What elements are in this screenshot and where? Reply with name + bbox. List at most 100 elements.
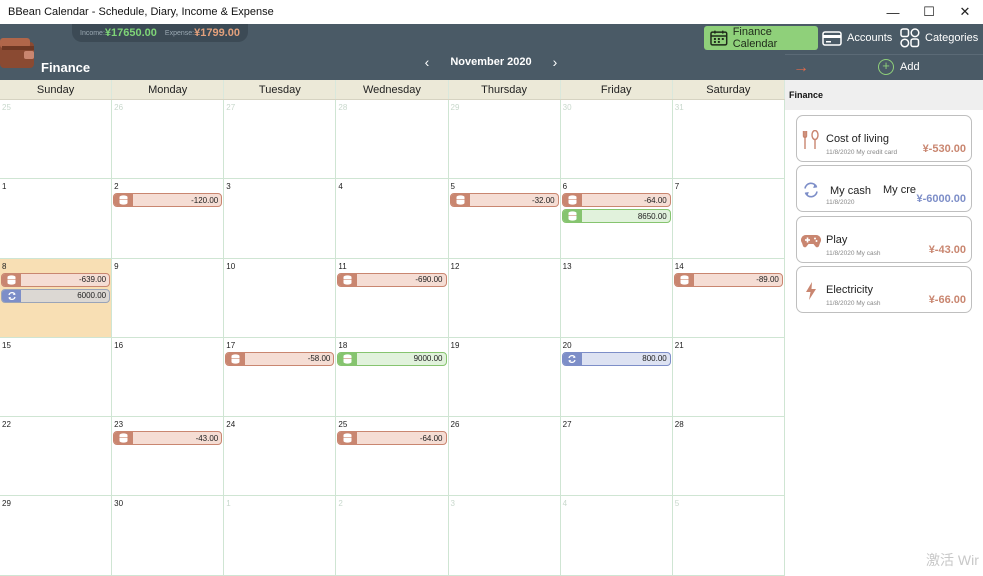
- calendar-icon: [710, 30, 728, 46]
- transaction-chip[interactable]: -64.00: [337, 431, 447, 446]
- transaction-amount: -639.00: [78, 275, 107, 285]
- transaction-category: My cash: [830, 185, 871, 197]
- day-number: 21: [674, 340, 684, 350]
- month-label: November 2020: [450, 56, 532, 68]
- calendar-day[interactable]: 21: [672, 337, 785, 418]
- transaction-amount: ¥-43.00: [928, 244, 966, 256]
- calendar-day[interactable]: 15: [0, 337, 113, 418]
- transaction-chip[interactable]: 9000.00: [337, 351, 447, 366]
- calendar-day[interactable]: 9: [112, 258, 225, 338]
- transaction-meta: 11/8/2020 My credit card: [826, 149, 897, 156]
- minimize-button[interactable]: —: [875, 0, 911, 24]
- calendar-day[interactable]: 20 800.00: [560, 337, 673, 418]
- calendar-day[interactable]: 5: [672, 496, 785, 576]
- calendar-day[interactable]: 26: [112, 100, 225, 180]
- calendar-day[interactable]: 24: [224, 417, 337, 497]
- transaction-date: 11/8/2020: [826, 149, 855, 156]
- day-number: 4: [562, 499, 568, 509]
- calendar-day[interactable]: 1: [0, 179, 113, 259]
- calendar-day[interactable]: 27: [560, 417, 673, 497]
- transfer-icon: [562, 352, 582, 365]
- calendar-day[interactable]: 3: [448, 496, 561, 576]
- calendar-day[interactable]: 5 -32.00: [448, 179, 561, 259]
- transaction-date: 11/8/2020: [826, 250, 855, 257]
- calendar-day[interactable]: 6 -64.00 8650.00: [560, 179, 673, 259]
- maximize-button[interactable]: ☐: [911, 0, 947, 24]
- transaction-amount: -690.00: [415, 275, 443, 285]
- transaction-chip[interactable]: -639.00: [1, 272, 111, 287]
- transaction-amount: -43.00: [195, 433, 219, 443]
- close-button[interactable]: ✕: [947, 0, 983, 24]
- calendar-day[interactable]: 26: [448, 417, 561, 497]
- calendar-day[interactable]: 12: [448, 258, 561, 338]
- transaction-meta: 11/8/2020 My cash: [826, 300, 880, 307]
- coin-icon: [562, 210, 582, 223]
- transaction-chip[interactable]: -64.00: [561, 193, 671, 208]
- calendar-day[interactable]: 1: [224, 496, 337, 576]
- calendar-day[interactable]: 25 -64.00: [336, 417, 449, 497]
- calendar-day[interactable]: 16: [112, 337, 225, 418]
- transaction-chip[interactable]: -89.00: [673, 272, 783, 287]
- transaction-date: 11/8/2020: [826, 199, 855, 206]
- transaction-card[interactable]: Play 11/8/2020 My cash ¥-43.00: [796, 216, 972, 263]
- calendar-day[interactable]: 29: [0, 496, 113, 576]
- calendar-day[interactable]: 17 -58.00: [224, 337, 337, 418]
- add-button[interactable]: + Add: [878, 59, 920, 75]
- calendar-day[interactable]: 31: [672, 100, 785, 180]
- accounts-label: Accounts: [847, 32, 893, 44]
- calendar-day[interactable]: 13: [560, 258, 673, 338]
- calendar-day[interactable]: 7: [672, 179, 785, 259]
- transaction-chip[interactable]: 6000.00: [1, 288, 111, 303]
- calendar-day[interactable]: 2: [336, 496, 449, 576]
- day-number: 4: [338, 182, 343, 192]
- calendar-day[interactable]: 30: [560, 100, 673, 180]
- title-bar: BBean Calendar - Schedule, Diary, Income…: [0, 0, 983, 24]
- calendar-day[interactable]: 25: [0, 100, 113, 180]
- transaction-chip[interactable]: -58.00: [225, 351, 335, 366]
- day-number: 26: [114, 103, 124, 112]
- calendar-day[interactable]: 27: [224, 100, 337, 180]
- calendar-day[interactable]: 2 -120.00: [112, 179, 225, 259]
- window-title: BBean Calendar - Schedule, Diary, Income…: [8, 6, 274, 18]
- coin-icon: [338, 352, 358, 365]
- transaction-target-account: My cre: [883, 184, 916, 196]
- day-number: 2: [338, 499, 343, 509]
- transaction-chip[interactable]: -120.00: [113, 193, 223, 208]
- calendar-day[interactable]: 3: [224, 179, 337, 259]
- accounts-button[interactable]: Accounts: [822, 26, 898, 50]
- transaction-chip[interactable]: -690.00: [337, 272, 447, 287]
- day-number: 5: [674, 499, 680, 509]
- day-number: 27: [562, 420, 572, 430]
- day-number: 22: [2, 420, 11, 430]
- transaction-chip[interactable]: 800.00: [561, 351, 671, 366]
- calendar-day[interactable]: 28: [672, 417, 785, 497]
- calendar-day[interactable]: 4: [560, 496, 673, 576]
- calendar-day[interactable]: 28: [336, 100, 449, 180]
- plus-icon: +: [878, 59, 894, 75]
- transaction-chip[interactable]: -32.00: [449, 193, 559, 208]
- coin-icon: [338, 273, 358, 286]
- transaction-card[interactable]: Electricity 11/8/2020 My cash ¥-66.00: [796, 266, 972, 313]
- calendar-day[interactable]: 4: [336, 179, 449, 259]
- transaction-card[interactable]: My cash My cre 11/8/2020 ¥-6000.00: [796, 165, 972, 212]
- calendar-day[interactable]: 10: [224, 258, 337, 338]
- prev-month-icon[interactable]: ‹: [420, 54, 434, 70]
- back-arrow-icon[interactable]: →: [793, 59, 809, 77]
- weekday-header: Sunday Monday Tuesday Wednesday Thursday Frid…: [0, 80, 785, 100]
- calendar-day[interactable]: 19: [448, 337, 561, 418]
- calendar-day[interactable]: 29: [448, 100, 561, 180]
- transaction-card[interactable]: Cost of living 11/8/2020 My credit card ¥-…: [796, 115, 972, 162]
- finance-calendar-button[interactable]: Finance Calendar: [704, 26, 818, 50]
- transaction-chip[interactable]: 8650.00: [561, 209, 671, 224]
- categories-button[interactable]: Categories: [900, 26, 983, 50]
- calendar-day[interactable]: 11 -690.00: [336, 258, 449, 338]
- calendar-day-today[interactable]: 8 -639.00 6000.00: [0, 258, 113, 338]
- calendar-week: 25 26 27 28 29 30 31: [0, 100, 785, 180]
- next-month-icon[interactable]: ›: [548, 54, 562, 70]
- calendar-day[interactable]: 30: [112, 496, 225, 576]
- calendar-day[interactable]: 22: [0, 417, 113, 497]
- calendar-day[interactable]: 18 9000.00: [336, 337, 449, 418]
- transaction-chip[interactable]: -43.00: [113, 431, 223, 446]
- calendar-day[interactable]: 14 -89.00: [672, 258, 785, 338]
- calendar-day[interactable]: 23 -43.00: [112, 417, 225, 497]
